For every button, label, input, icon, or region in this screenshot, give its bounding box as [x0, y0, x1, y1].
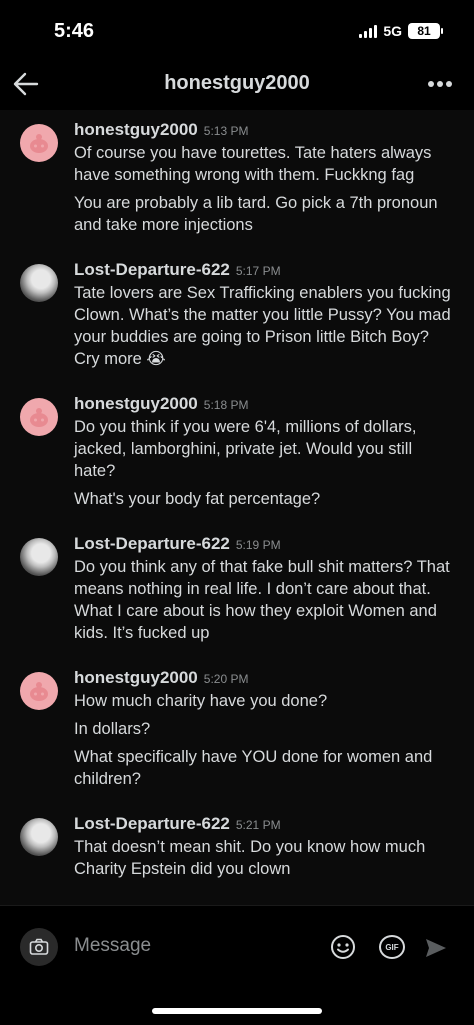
camera-button[interactable]	[20, 928, 58, 966]
message-timestamp: 5:17 PM	[235, 264, 281, 278]
message-text: Do you think if you were 6'4, millions o…	[74, 418, 417, 480]
chat-title: honestguy2000	[164, 72, 310, 94]
message-timestamp: 5:13 PM	[203, 124, 249, 138]
message-group: Lost-Departure-622 5:19 PM Do you think an…	[0, 534, 474, 644]
battery-level: 81	[417, 24, 431, 38]
message-text: Tate lovers are Sex Trafficking enablers…	[74, 284, 451, 368]
snoo-avatar-icon[interactable]	[20, 124, 58, 162]
message-author[interactable]: honestguy2000	[74, 668, 198, 688]
message-text: How much charity have you done?	[74, 692, 328, 710]
chat-header: honestguy2000	[0, 62, 474, 110]
more-options-button[interactable]	[426, 70, 454, 98]
message-author[interactable]: Lost-Departure-622	[74, 534, 230, 554]
message-text: In dollars?	[74, 720, 151, 738]
message-author[interactable]: Lost-Departure-622	[74, 814, 230, 834]
message-group: honestguy2000 5:13 PM Of course you have t…	[0, 120, 474, 236]
dog-avatar[interactable]	[20, 538, 58, 576]
message-composer: GIF	[0, 905, 474, 1025]
dog-avatar[interactable]	[20, 818, 58, 856]
status-time: 5:46	[54, 20, 95, 42]
message-text: What specifically have YOU done for wome…	[74, 748, 433, 788]
status-bar: 5:46 5G 81	[0, 0, 474, 62]
message-author[interactable]: honestguy2000	[74, 120, 198, 140]
message-timestamp: 5:20 PM	[203, 672, 249, 686]
message-text: That doesn’t mean shit. Do you know how …	[74, 838, 426, 878]
message-group: Lost-Departure-622 5:17 PM Tate lovers are…	[0, 260, 474, 370]
message-timestamp: 5:19 PM	[235, 538, 281, 552]
more-horizontal-icon	[428, 81, 452, 87]
gif-label: GIF	[385, 942, 399, 952]
message-text: What's your body fat percentage?	[74, 490, 321, 508]
message-list[interactable]: honestguy2000 5:13 PM Of course you have t…	[0, 110, 474, 905]
dog-avatar[interactable]	[20, 264, 58, 302]
message-text: You are probably a lib tard. Go pick a 7…	[74, 194, 438, 234]
emoji-icon[interactable]	[330, 934, 356, 960]
message-timestamp: 5:18 PM	[203, 398, 249, 412]
message-group: Lost-Departure-622 5:21 PM That doesn’t me…	[0, 814, 474, 880]
message-input[interactable]	[74, 930, 314, 962]
message-timestamp: 5:21 PM	[235, 818, 281, 832]
message-text: Do you think any of that fake bull shit …	[74, 558, 450, 642]
snoo-avatar-icon[interactable]	[20, 398, 58, 436]
send-icon[interactable]	[424, 936, 448, 960]
message-group: honestguy2000 5:18 PM Do you think if you …	[0, 394, 474, 510]
camera-icon	[29, 938, 49, 955]
status-indicators: 5G 81	[359, 23, 443, 39]
network-type: 5G	[383, 23, 402, 39]
home-indicator	[152, 1008, 322, 1014]
message-text: Of course you have tourettes. Tate hater…	[74, 144, 432, 184]
signal-icon	[359, 24, 378, 38]
gif-button[interactable]: GIF	[379, 935, 405, 959]
snoo-avatar-icon[interactable]	[20, 672, 58, 710]
message-author[interactable]: honestguy2000	[74, 394, 198, 414]
message-group: honestguy2000 5:20 PM How much charity hav…	[0, 668, 474, 790]
message-author[interactable]: Lost-Departure-622	[74, 260, 230, 280]
battery-icon: 81	[408, 23, 443, 39]
